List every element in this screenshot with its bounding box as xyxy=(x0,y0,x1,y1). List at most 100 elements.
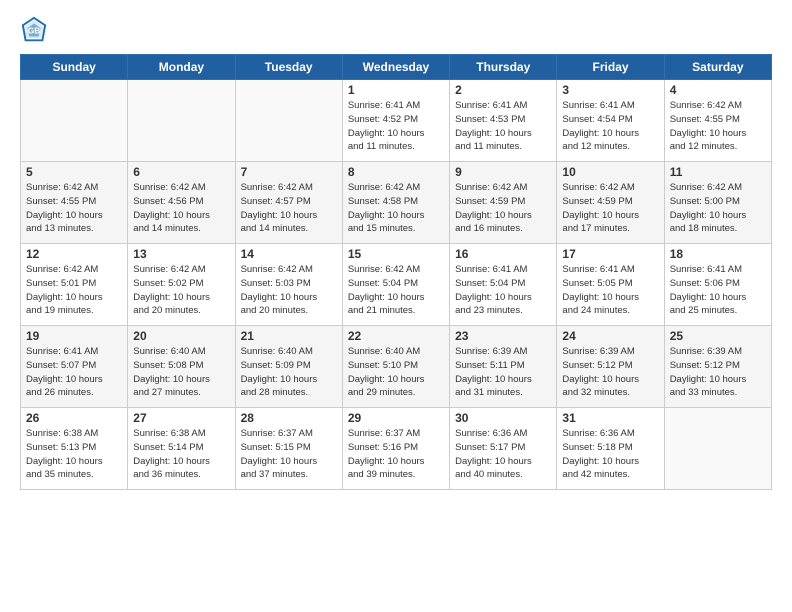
calendar-cell: 23 Sunrise: 6:39 AM Sunset: 5:11 PM Dayli… xyxy=(450,326,557,408)
calendar-cell xyxy=(664,408,771,490)
day-info: Sunrise: 6:41 AM Sunset: 5:06 PM Dayligh… xyxy=(670,263,766,318)
day-number: 10 xyxy=(562,165,658,179)
weekday-header: Monday xyxy=(128,55,235,80)
weekday-header: Tuesday xyxy=(235,55,342,80)
day-number: 11 xyxy=(670,165,766,179)
day-info: Sunrise: 6:41 AM Sunset: 5:04 PM Dayligh… xyxy=(455,263,551,318)
day-number: 7 xyxy=(241,165,337,179)
calendar-cell xyxy=(21,80,128,162)
day-info: Sunrise: 6:37 AM Sunset: 5:15 PM Dayligh… xyxy=(241,427,337,482)
day-info: Sunrise: 6:42 AM Sunset: 4:57 PM Dayligh… xyxy=(241,181,337,236)
day-number: 3 xyxy=(562,83,658,97)
day-number: 1 xyxy=(348,83,444,97)
day-info: Sunrise: 6:41 AM Sunset: 5:07 PM Dayligh… xyxy=(26,345,122,400)
calendar-table: SundayMondayTuesdayWednesdayThursdayFrid… xyxy=(20,54,772,490)
day-number: 2 xyxy=(455,83,551,97)
calendar-cell: 12 Sunrise: 6:42 AM Sunset: 5:01 PM Dayli… xyxy=(21,244,128,326)
day-info: Sunrise: 6:42 AM Sunset: 5:00 PM Dayligh… xyxy=(670,181,766,236)
calendar-cell: 15 Sunrise: 6:42 AM Sunset: 5:04 PM Dayli… xyxy=(342,244,449,326)
day-number: 8 xyxy=(348,165,444,179)
calendar-cell: 6 Sunrise: 6:42 AM Sunset: 4:56 PM Daylig… xyxy=(128,162,235,244)
day-number: 21 xyxy=(241,329,337,343)
header: GB xyxy=(20,16,772,44)
day-info: Sunrise: 6:37 AM Sunset: 5:16 PM Dayligh… xyxy=(348,427,444,482)
day-number: 27 xyxy=(133,411,229,425)
calendar-cell: 2 Sunrise: 6:41 AM Sunset: 4:53 PM Daylig… xyxy=(450,80,557,162)
svg-text:GB: GB xyxy=(28,26,41,36)
calendar-cell: 9 Sunrise: 6:42 AM Sunset: 4:59 PM Daylig… xyxy=(450,162,557,244)
day-info: Sunrise: 6:42 AM Sunset: 5:01 PM Dayligh… xyxy=(26,263,122,318)
calendar-cell: 27Sunrise: 6:38 AM Sunset: 5:14 PM Dayli… xyxy=(128,408,235,490)
day-info: Sunrise: 6:42 AM Sunset: 5:04 PM Dayligh… xyxy=(348,263,444,318)
calendar-cell: 29 Sunrise: 6:37 AM Sunset: 5:16 PM Dayli… xyxy=(342,408,449,490)
calendar-week-row: 1Sunrise: 6:41 AM Sunset: 4:52 PM Daylig… xyxy=(21,80,772,162)
day-number: 4 xyxy=(670,83,766,97)
day-info: Sunrise: 6:39 AM Sunset: 5:11 PM Dayligh… xyxy=(455,345,551,400)
day-info: Sunrise: 6:36 AM Sunset: 5:18 PM Dayligh… xyxy=(562,427,658,482)
day-number: 19 xyxy=(26,329,122,343)
calendar-cell xyxy=(235,80,342,162)
day-info: Sunrise: 6:39 AM Sunset: 5:12 PM Dayligh… xyxy=(562,345,658,400)
calendar-cell: 21 Sunrise: 6:40 AM Sunset: 5:09 PM Dayli… xyxy=(235,326,342,408)
weekday-header: Thursday xyxy=(450,55,557,80)
calendar-body: 1Sunrise: 6:41 AM Sunset: 4:52 PM Daylig… xyxy=(21,80,772,490)
day-number: 9 xyxy=(455,165,551,179)
calendar-cell: 19 Sunrise: 6:41 AM Sunset: 5:07 PM Dayli… xyxy=(21,326,128,408)
day-number: 12 xyxy=(26,247,122,261)
day-number: 17 xyxy=(562,247,658,261)
day-number: 20 xyxy=(133,329,229,343)
day-number: 14 xyxy=(241,247,337,261)
day-info: Sunrise: 6:36 AM Sunset: 5:17 PM Dayligh… xyxy=(455,427,551,482)
day-number: 15 xyxy=(348,247,444,261)
calendar-cell: 30 Sunrise: 6:36 AM Sunset: 5:17 PM Dayli… xyxy=(450,408,557,490)
calendar-week-row: 26 Sunrise: 6:38 AM Sunset: 5:13 PM Dayli… xyxy=(21,408,772,490)
calendar-cell: 3 Sunrise: 6:41 AM Sunset: 4:54 PM Daylig… xyxy=(557,80,664,162)
calendar-cell: 5Sunrise: 6:42 AM Sunset: 4:55 PM Daylig… xyxy=(21,162,128,244)
day-number: 22 xyxy=(348,329,444,343)
day-info: Sunrise: 6:40 AM Sunset: 5:10 PM Dayligh… xyxy=(348,345,444,400)
calendar-header: SundayMondayTuesdayWednesdayThursdayFrid… xyxy=(21,55,772,80)
day-info: Sunrise: 6:42 AM Sunset: 5:03 PM Dayligh… xyxy=(241,263,337,318)
calendar-cell: 1Sunrise: 6:41 AM Sunset: 4:52 PM Daylig… xyxy=(342,80,449,162)
calendar-cell: 25Sunrise: 6:39 AM Sunset: 5:12 PM Dayli… xyxy=(664,326,771,408)
weekday-header: Saturday xyxy=(664,55,771,80)
calendar-cell: 13 Sunrise: 6:42 AM Sunset: 5:02 PM Dayli… xyxy=(128,244,235,326)
day-number: 26 xyxy=(26,411,122,425)
calendar-cell xyxy=(128,80,235,162)
day-number: 13 xyxy=(133,247,229,261)
day-number: 5 xyxy=(26,165,122,179)
day-info: Sunrise: 6:42 AM Sunset: 5:02 PM Dayligh… xyxy=(133,263,229,318)
day-info: Sunrise: 6:42 AM Sunset: 4:56 PM Dayligh… xyxy=(133,181,229,236)
calendar-cell: 22 Sunrise: 6:40 AM Sunset: 5:10 PM Dayli… xyxy=(342,326,449,408)
weekday-header: Sunday xyxy=(21,55,128,80)
calendar-cell: 7 Sunrise: 6:42 AM Sunset: 4:57 PM Daylig… xyxy=(235,162,342,244)
day-info: Sunrise: 6:38 AM Sunset: 5:13 PM Dayligh… xyxy=(26,427,122,482)
day-number: 18 xyxy=(670,247,766,261)
calendar-week-row: 19 Sunrise: 6:41 AM Sunset: 5:07 PM Dayli… xyxy=(21,326,772,408)
calendar-cell: 31 Sunrise: 6:36 AM Sunset: 5:18 PM Dayli… xyxy=(557,408,664,490)
day-info: Sunrise: 6:41 AM Sunset: 4:53 PM Dayligh… xyxy=(455,99,551,154)
day-info: Sunrise: 6:41 AM Sunset: 4:54 PM Dayligh… xyxy=(562,99,658,154)
day-number: 25 xyxy=(670,329,766,343)
day-number: 24 xyxy=(562,329,658,343)
calendar-week-row: 5Sunrise: 6:42 AM Sunset: 4:55 PM Daylig… xyxy=(21,162,772,244)
day-info: Sunrise: 6:42 AM Sunset: 4:59 PM Dayligh… xyxy=(455,181,551,236)
day-number: 31 xyxy=(562,411,658,425)
calendar-cell: 10 Sunrise: 6:42 AM Sunset: 4:59 PM Dayli… xyxy=(557,162,664,244)
logo-icon: GB xyxy=(20,16,48,44)
day-info: Sunrise: 6:40 AM Sunset: 5:08 PM Dayligh… xyxy=(133,345,229,400)
day-number: 6 xyxy=(133,165,229,179)
day-number: 16 xyxy=(455,247,551,261)
calendar-cell: 11 Sunrise: 6:42 AM Sunset: 5:00 PM Dayli… xyxy=(664,162,771,244)
day-number: 30 xyxy=(455,411,551,425)
day-number: 29 xyxy=(348,411,444,425)
logo: GB xyxy=(20,16,52,44)
day-info: Sunrise: 6:42 AM Sunset: 4:59 PM Dayligh… xyxy=(562,181,658,236)
day-info: Sunrise: 6:42 AM Sunset: 4:55 PM Dayligh… xyxy=(670,99,766,154)
calendar-cell: 26 Sunrise: 6:38 AM Sunset: 5:13 PM Dayli… xyxy=(21,408,128,490)
weekday-header: Wednesday xyxy=(342,55,449,80)
calendar-cell: 24 Sunrise: 6:39 AM Sunset: 5:12 PM Dayli… xyxy=(557,326,664,408)
calendar-page: GB SundayMondayTuesdayWednesdayThursdayF… xyxy=(0,0,792,612)
day-info: Sunrise: 6:40 AM Sunset: 5:09 PM Dayligh… xyxy=(241,345,337,400)
day-number: 23 xyxy=(455,329,551,343)
